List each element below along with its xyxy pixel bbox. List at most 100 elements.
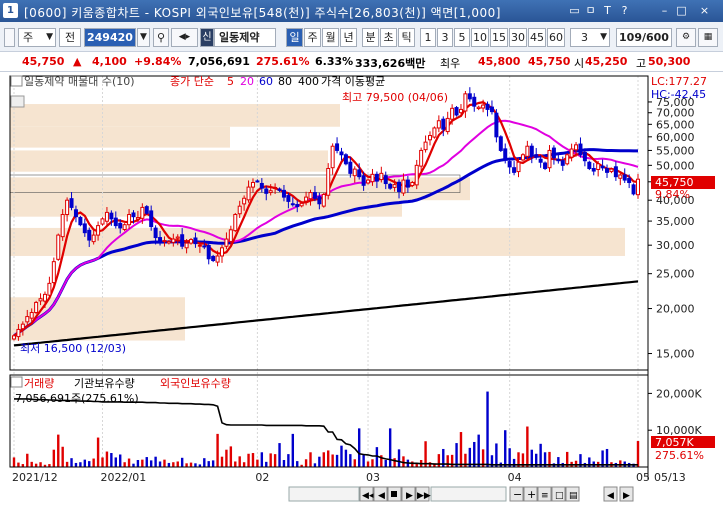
- tab-week[interactable]: 주: [304, 28, 321, 47]
- grid-icon[interactable]: ▦: [698, 28, 718, 47]
- volume-bar: [39, 462, 42, 467]
- candle-body: [69, 198, 74, 208]
- candle-body: [627, 178, 632, 183]
- interval-3[interactable]: 3: [437, 28, 453, 47]
- tab-tick[interactable]: 틱: [398, 28, 415, 47]
- volume-legend-volume: 거래량: [24, 377, 54, 390]
- high-price: 50,300: [648, 55, 691, 68]
- volume-bar: [207, 461, 210, 467]
- y-tick-label: 15,000: [656, 348, 695, 361]
- candle-body: [476, 106, 481, 110]
- volume-bar: [340, 445, 343, 467]
- volume-bar: [331, 454, 334, 467]
- chart-area[interactable]: 15,00020,00025,00030,00035,00040,00045,0…: [0, 73, 723, 510]
- candle-body: [317, 196, 322, 205]
- hc-label: HC:-42.45: [651, 88, 706, 101]
- scroll-track[interactable]: [288, 486, 360, 502]
- candle-body: [122, 224, 127, 231]
- volume-pct: 275.61%: [256, 55, 310, 68]
- search-icon[interactable]: ⚲: [153, 28, 169, 47]
- grid-icon[interactable]: [10, 95, 25, 108]
- checkbox-icon[interactable]: [4, 28, 15, 47]
- candle-body: [56, 234, 61, 260]
- best-ask: 45,800: [478, 55, 521, 68]
- legend-ma-400: 400: [298, 75, 319, 88]
- volume-bar: [119, 454, 122, 467]
- volume-bar: [105, 451, 109, 467]
- price-chart[interactable]: 15,00020,00025,00030,00035,00040,00045,0…: [0, 73, 723, 510]
- reset-icon: ≡: [541, 491, 549, 501]
- candle-body: [525, 145, 530, 157]
- candle-body: [489, 106, 494, 113]
- tab-minute[interactable]: 분: [362, 28, 379, 47]
- tab-year[interactable]: 년: [340, 28, 357, 47]
- candle-body: [38, 298, 43, 302]
- legend-ma-label: 종가 단순: [170, 75, 214, 88]
- candle-body: [401, 179, 406, 194]
- count-select[interactable]: 3 ▼: [570, 28, 610, 47]
- interval-10[interactable]: 10: [471, 28, 489, 47]
- candle-body: [29, 312, 34, 319]
- scroll-thumb[interactable]: [430, 486, 507, 502]
- candle-body: [144, 206, 149, 214]
- volume-bar: [388, 428, 392, 467]
- candle-body: [290, 203, 295, 206]
- settings-icon[interactable]: ⚙: [676, 28, 696, 47]
- exchange-button[interactable]: 전: [59, 28, 81, 47]
- candle-body: [445, 117, 450, 133]
- volume-legend-checkbox-icon[interactable]: [10, 376, 23, 388]
- volume-bar: [145, 457, 148, 467]
- interval-30[interactable]: 30: [509, 28, 527, 47]
- candle-body: [162, 240, 167, 243]
- help-icon[interactable]: ?: [617, 3, 632, 18]
- interval-45[interactable]: 45: [528, 28, 546, 47]
- candle-body: [357, 169, 362, 178]
- candle-body: [255, 180, 260, 183]
- stock-code-input[interactable]: 249420: [84, 28, 136, 47]
- maximize-icon[interactable]: □: [674, 3, 689, 18]
- range-input[interactable]: 109/600: [616, 28, 672, 47]
- x-tick-label: 2021/12: [12, 471, 58, 484]
- candle-body: [65, 199, 70, 216]
- candle-body: [197, 244, 202, 247]
- speaker-icon[interactable]: ◀▸: [171, 28, 198, 47]
- candle-body: [202, 245, 207, 248]
- candle-body: [556, 158, 561, 162]
- market-select[interactable]: 주 ▼: [18, 28, 56, 47]
- candle-body: [458, 108, 463, 114]
- chevron-down-icon[interactable]: ▼: [137, 28, 150, 47]
- link-icon[interactable]: ▭: [567, 3, 582, 18]
- candle-body: [374, 173, 379, 182]
- candle-body: [34, 301, 39, 314]
- candle-body: [569, 148, 574, 158]
- volume-bar: [30, 461, 33, 467]
- tab-second[interactable]: 초: [380, 28, 397, 47]
- interval-15[interactable]: 15: [490, 28, 508, 47]
- font-icon[interactable]: T: [600, 3, 615, 18]
- candle-body: [636, 178, 640, 196]
- close-icon[interactable]: ×: [697, 3, 712, 18]
- legend-checkbox-icon[interactable]: [10, 75, 23, 87]
- candle-body: [361, 175, 366, 186]
- count-select-value: 3: [581, 31, 588, 44]
- candle-body: [171, 238, 176, 243]
- y-tick-label: 65,000: [656, 118, 695, 131]
- candle-body: [228, 229, 233, 242]
- volume-bar: [278, 443, 281, 467]
- interval-60[interactable]: 60: [547, 28, 565, 47]
- candle-body: [16, 328, 21, 338]
- minimize-icon[interactable]: –: [657, 3, 672, 18]
- interval-5[interactable]: 5: [454, 28, 470, 47]
- volume-bar: [70, 458, 73, 467]
- current-price: 45,750: [22, 55, 65, 68]
- print-icon[interactable]: ㅁ: [583, 3, 598, 18]
- tab-month[interactable]: 월: [322, 28, 339, 47]
- volume-bar: [26, 453, 29, 467]
- tab-day[interactable]: 일: [286, 28, 303, 47]
- volume-bar: [309, 452, 312, 467]
- volume-bar: [327, 450, 330, 467]
- volume-bar: [88, 461, 91, 467]
- volume-bar: [52, 449, 56, 467]
- candle-body: [100, 218, 105, 225]
- interval-1[interactable]: 1: [420, 28, 436, 47]
